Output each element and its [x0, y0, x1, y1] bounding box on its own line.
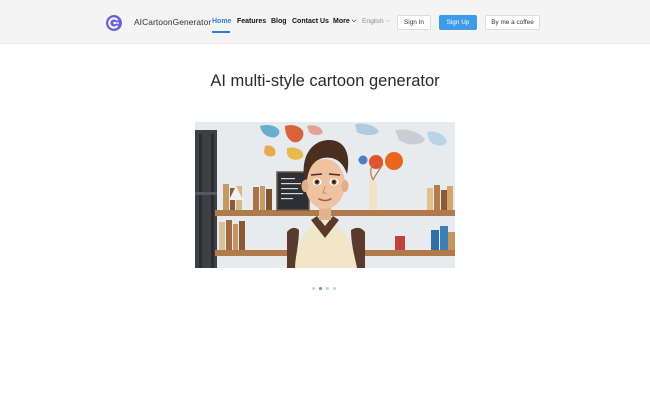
carousel-dot-2[interactable]	[319, 287, 322, 290]
carousel-dot-1[interactable]	[312, 287, 315, 290]
nav-more-label: More	[333, 18, 350, 25]
cartoon-generator-logo-icon[interactable]	[106, 15, 122, 31]
sign-in-button[interactable]: Sign In	[397, 15, 431, 30]
nav-active-underline	[212, 31, 230, 33]
sign-up-button[interactable]: Sign Up	[439, 15, 477, 30]
chevron-down-icon: ⌵	[351, 18, 357, 24]
language-select[interactable]: English ⌵	[362, 18, 390, 25]
nav-home[interactable]: Home	[212, 18, 231, 25]
carousel-dot-3[interactable]	[326, 287, 329, 290]
carousel-slide-image[interactable]	[195, 122, 455, 268]
language-label: English	[362, 18, 384, 25]
nav-more[interactable]: More ⌵	[333, 18, 356, 25]
page-title: AI multi-style cartoon generator	[210, 72, 440, 90]
brand-name[interactable]: AICartoonGenerator	[134, 17, 211, 27]
buy-me-a-coffee-button[interactable]: By me a coffee	[485, 15, 540, 30]
nav-blog[interactable]: Blog	[271, 18, 287, 25]
nav-contact-us[interactable]: Contact Us	[292, 18, 329, 25]
chevron-down-icon: ⌵	[385, 18, 391, 24]
site-header: AICartoonGenerator Home Features Blog Co…	[0, 0, 650, 44]
carousel-dot-4[interactable]	[333, 287, 336, 290]
nav-features[interactable]: Features	[237, 18, 266, 25]
